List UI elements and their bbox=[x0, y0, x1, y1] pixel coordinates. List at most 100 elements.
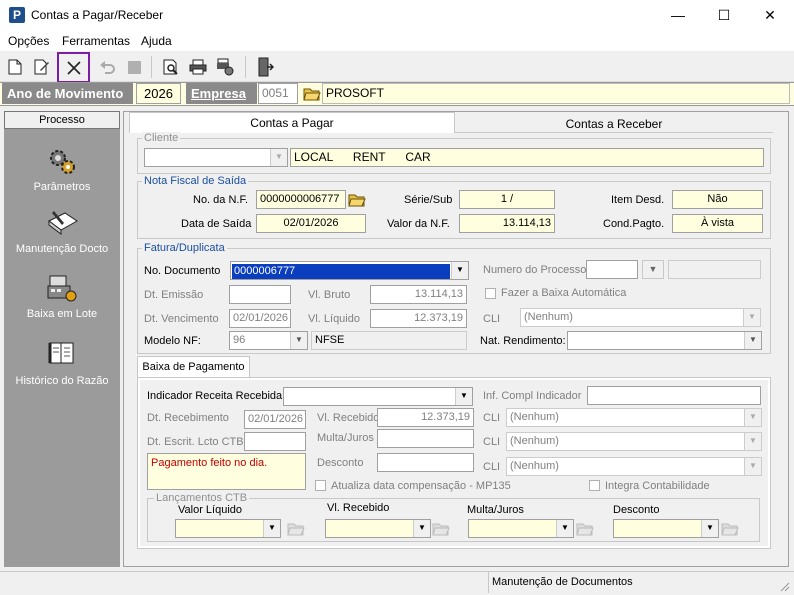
tab-contas-receber[interactable]: Contas a Receber bbox=[455, 114, 773, 133]
inf-compl-label: Inf. Compl Indicador bbox=[483, 390, 582, 402]
numero-processo-label: Numero do Processo bbox=[483, 264, 587, 276]
nat-rendimento-label: Nat. Rendimento: bbox=[480, 335, 566, 347]
exit-door-icon bbox=[258, 57, 274, 77]
vl-recebido-lookup-button[interactable] bbox=[431, 519, 451, 538]
cond-pagto-field[interactable]: À vista bbox=[672, 214, 763, 233]
close-button[interactable]: ✕ bbox=[747, 0, 793, 31]
observacao-memo[interactable]: Pagamento feito no dia. bbox=[147, 453, 306, 490]
edit-document-button[interactable] bbox=[30, 55, 54, 79]
sidebar-item-historico-razao[interactable]: Histórico do Razão bbox=[4, 339, 120, 387]
delete-button[interactable] bbox=[57, 52, 90, 83]
folder-open-icon bbox=[576, 523, 594, 535]
cli3-value: (Nenhum) bbox=[510, 460, 559, 472]
baixa-automatica-label: Fazer a Baixa Automática bbox=[501, 287, 627, 299]
empresa-label: Empresa bbox=[186, 83, 257, 104]
chevron-down-icon: ▼ bbox=[701, 520, 718, 537]
sidebar-item-manutencao-docto[interactable]: Manutenção Docto bbox=[4, 207, 120, 255]
nat-rendimento-select[interactable]: ▼ bbox=[567, 331, 762, 350]
gears-icon bbox=[46, 145, 78, 177]
tab-baixa-pagamento[interactable]: Baixa de Pagamento bbox=[137, 356, 250, 377]
vl-recebido-account-select[interactable]: ▼ bbox=[325, 519, 431, 538]
item-desd-field[interactable]: Não bbox=[672, 190, 763, 209]
cli2-select[interactable]: (Nenhum) ▼ bbox=[506, 432, 762, 451]
chevron-down-icon: ▼ bbox=[744, 458, 761, 475]
cli3-select[interactable]: (Nenhum) ▼ bbox=[506, 457, 762, 476]
nf-numero-label: No. da N.F. bbox=[193, 194, 249, 206]
modelo-nf-select[interactable]: 96 ▼ bbox=[229, 331, 308, 350]
tab-contas-pagar[interactable]: Contas a Pagar bbox=[129, 112, 455, 133]
cliente-code-select[interactable]: ▼ bbox=[144, 148, 288, 167]
menu-ferramentas[interactable]: Ferramentas bbox=[62, 34, 130, 48]
vl-recebido-label: Vl. Recebido bbox=[317, 412, 380, 424]
atualiza-data-checkbox[interactable] bbox=[315, 480, 326, 491]
menu-ajuda[interactable]: Ajuda bbox=[141, 34, 172, 48]
stop-button[interactable] bbox=[122, 55, 146, 79]
no-documento-value: 0000006777 bbox=[232, 264, 450, 279]
ledger-book-icon bbox=[46, 339, 78, 371]
multa-juros-account-select[interactable]: ▼ bbox=[468, 519, 574, 538]
baixa-automatica-checkbox[interactable] bbox=[485, 288, 496, 299]
valor-liquido-lookup-button[interactable] bbox=[286, 519, 306, 538]
desconto-field[interactable] bbox=[377, 453, 474, 472]
cond-pagto-label: Cond.Pagto. bbox=[603, 218, 665, 230]
no-documento-label: No. Documento bbox=[144, 265, 221, 277]
ano-movimento-field[interactable]: 2026 bbox=[136, 83, 181, 104]
chevron-down-icon: ▼ bbox=[743, 309, 760, 326]
valor-nf-field[interactable]: 13.114,13 bbox=[459, 214, 555, 233]
col-desconto-label: Desconto bbox=[613, 504, 660, 516]
print-setup-button[interactable] bbox=[213, 55, 237, 79]
cliente-title: Cliente bbox=[142, 132, 181, 144]
empresa-lookup-button[interactable] bbox=[302, 84, 322, 103]
nf-lookup-button[interactable] bbox=[347, 190, 367, 209]
integra-contabilidade-checkbox[interactable] bbox=[589, 480, 600, 491]
processo-description-field bbox=[668, 260, 761, 279]
undo-icon bbox=[100, 61, 115, 74]
nf-numero-field[interactable]: 0000000006777 bbox=[256, 190, 346, 209]
serie-field[interactable]: 1 / bbox=[459, 190, 555, 209]
resize-grip-icon[interactable] bbox=[778, 580, 790, 592]
valor-nf-label: Valor da N.F. bbox=[387, 218, 450, 230]
exit-button[interactable] bbox=[253, 55, 277, 79]
dt-emissao-field[interactable] bbox=[229, 285, 291, 304]
cli2-label: CLI bbox=[483, 436, 501, 448]
folder-open-icon bbox=[287, 523, 305, 535]
multa-juros-lookup-button[interactable] bbox=[575, 519, 595, 538]
atualiza-data-label: Atualiza data compensação - MP135 bbox=[331, 480, 511, 492]
desconto-lookup-button[interactable] bbox=[720, 519, 740, 538]
sidebar-item-baixa-em-lote[interactable]: Baixa em Lote bbox=[4, 272, 120, 320]
menu-bar: Opções Ferramentas Ajuda bbox=[0, 31, 794, 51]
data-saida-field[interactable]: 02/01/2026 bbox=[256, 214, 366, 233]
delete-x-icon bbox=[66, 60, 81, 75]
undo-button[interactable] bbox=[95, 55, 119, 79]
chevron-down-icon: ▼ bbox=[556, 520, 573, 537]
empresa-name-field: PROSOFT bbox=[322, 83, 790, 104]
valor-liquido-account-select[interactable]: ▼ bbox=[175, 519, 281, 538]
multa-juros-field[interactable] bbox=[377, 429, 474, 448]
cli-select[interactable]: (Nenhum) ▼ bbox=[520, 308, 761, 327]
cli2-value: (Nenhum) bbox=[510, 435, 559, 447]
folder-open-icon bbox=[721, 523, 739, 535]
dt-escrit-field[interactable] bbox=[244, 432, 306, 451]
sidebar-item-parametros[interactable]: Parâmetros bbox=[4, 145, 120, 193]
dt-vencimento-field: 02/01/2026 bbox=[229, 309, 291, 328]
processo-dropdown-button[interactable]: ▼ bbox=[642, 260, 664, 279]
chevron-down-icon: ▼ bbox=[290, 332, 307, 349]
minimize-button[interactable]: — bbox=[655, 0, 701, 31]
desconto-label: Desconto bbox=[317, 457, 364, 469]
no-documento-select[interactable]: 0000006777 ▼ bbox=[230, 261, 469, 280]
maximize-button[interactable]: ☐ bbox=[701, 0, 747, 31]
print-preview-button[interactable] bbox=[159, 55, 183, 79]
folder-open-icon bbox=[348, 194, 366, 206]
indicador-label: Indicador Receita Recebida bbox=[147, 390, 283, 402]
print-button[interactable] bbox=[186, 55, 210, 79]
dt-emissao-label: Dt. Emissão bbox=[144, 289, 204, 301]
modelo-nf-code: 96 bbox=[233, 334, 246, 346]
new-document-button[interactable] bbox=[3, 55, 27, 79]
numero-processo-field[interactable] bbox=[586, 260, 638, 279]
cli1-select[interactable]: (Nenhum) ▼ bbox=[506, 408, 762, 427]
empresa-code-field[interactable]: 0051 bbox=[258, 83, 298, 104]
inf-compl-field[interactable] bbox=[587, 386, 761, 405]
desconto-account-select[interactable]: ▼ bbox=[613, 519, 719, 538]
indicador-select[interactable]: ▼ bbox=[283, 387, 473, 406]
menu-opcoes[interactable]: Opções bbox=[8, 34, 49, 48]
